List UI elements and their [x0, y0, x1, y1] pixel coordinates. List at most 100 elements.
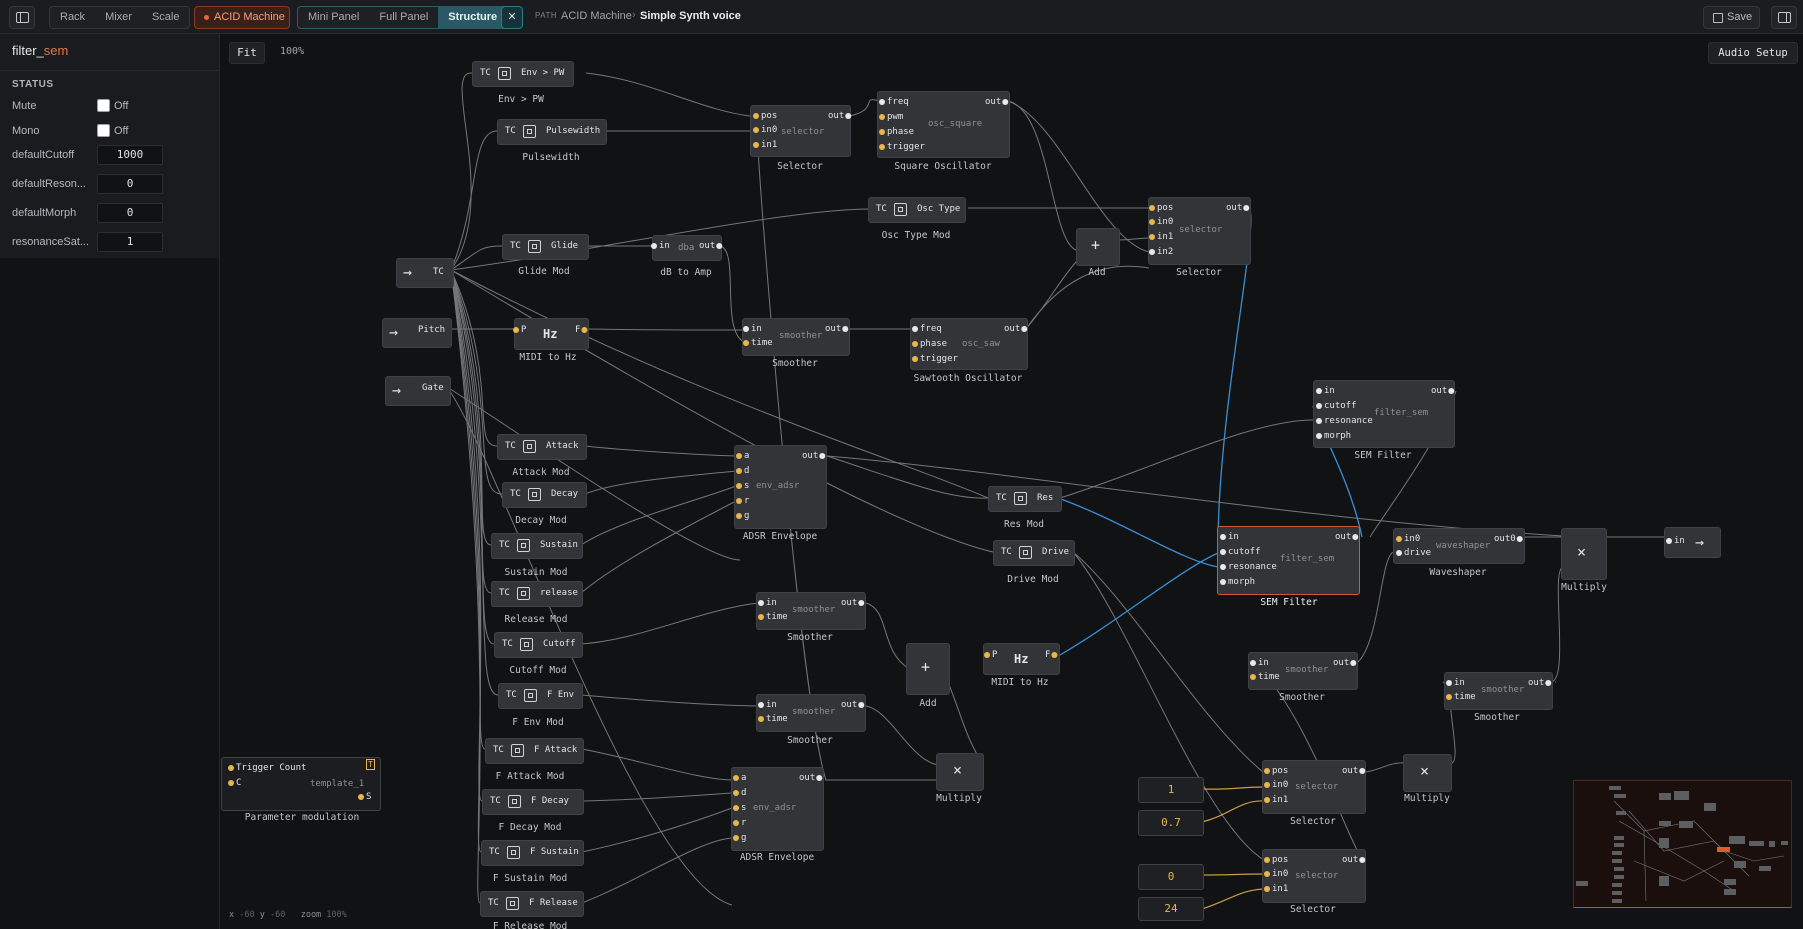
record-dot-icon [204, 15, 209, 20]
d-port: d [744, 466, 750, 476]
constant-node[interactable]: 1 [1138, 777, 1204, 803]
tc-input-node[interactable]: → TC [396, 258, 454, 288]
tc-mod-node[interactable]: TC F Attack [485, 738, 584, 764]
audio-setup-button[interactable]: Audio Setup [1708, 42, 1798, 64]
parameter-modulation-node[interactable]: Trigger Count C template_1 T S [221, 757, 381, 811]
mono-checkbox[interactable] [97, 124, 110, 137]
fit-button[interactable]: Fit [229, 42, 265, 64]
time-port: time [766, 612, 788, 622]
multiply-node[interactable]: × [1561, 528, 1607, 580]
toggle-right-panel-button[interactable] [1771, 6, 1797, 29]
r-port: r [744, 496, 750, 506]
tc-mod-node[interactable]: TC Res [988, 486, 1062, 512]
node-label: Glide Mod [518, 266, 570, 277]
tc-mod-node[interactable]: TC Cutoff [494, 632, 583, 658]
minimap[interactable] [1573, 780, 1792, 908]
y-label: y [259, 910, 265, 920]
pitch-input-label: Pitch [418, 325, 446, 335]
smoother-node[interactable]: in time smoother out [1444, 672, 1553, 710]
tc-mod-node[interactable]: TC Env > PW [472, 61, 574, 87]
tc-mod-node[interactable]: TC F Env [498, 683, 583, 709]
gate-input-node[interactable]: → Gate [385, 376, 451, 406]
toggle-sidebar-button[interactable] [9, 6, 35, 29]
default-morph-field[interactable]: 0 [97, 203, 163, 223]
multiply-node[interactable]: × [936, 753, 984, 791]
acid-machine-button[interactable]: ACID Machine [194, 6, 290, 29]
resonance-port: resonance [1324, 416, 1373, 426]
tc-mod-node[interactable]: TC Decay [502, 482, 587, 508]
tc-mod-node[interactable]: TC release [491, 581, 583, 607]
smoother-node[interactable]: in time smoother out [1248, 652, 1358, 690]
tab-mixer[interactable]: Mixer [95, 7, 142, 28]
param-label: resonanceSat... [12, 236, 90, 248]
smoother-node[interactable]: in time smoother out [756, 592, 866, 630]
tc-mod-name: F Release [529, 898, 578, 908]
save-label: Save [1727, 11, 1753, 23]
breadcrumb-parent[interactable]: ACID Machine [561, 10, 632, 22]
adsr-envelope-node[interactable]: a d s r g env_adsr out [734, 445, 827, 529]
pitch-input-node[interactable]: → Pitch [382, 318, 452, 348]
tc-mod-node[interactable]: TC Drive [993, 540, 1075, 566]
add-node[interactable]: + [906, 643, 950, 695]
tc-mod-node[interactable]: TC Pulsewidth [497, 119, 607, 145]
selector-node[interactable]: pos in0 in1 in2 selector out [1148, 197, 1251, 265]
tc-mod-node[interactable]: TC F Release [480, 891, 584, 917]
node-label: Selector [1290, 816, 1336, 827]
adsr-envelope-node[interactable]: a d s r g env_adsr out [731, 767, 824, 851]
waveshaper-node[interactable]: in0 drive waveshaper out0 [1393, 528, 1525, 564]
db-to-amp-node[interactable]: in dba out [652, 235, 722, 261]
selector-node[interactable]: pos in0 in1 selector out [750, 105, 851, 157]
mute-label: Mute [12, 100, 37, 112]
freq-port: freq [920, 324, 942, 334]
midi-to-hz-node[interactable]: P Hz F [983, 643, 1060, 675]
smoother-node[interactable]: in time smoother out [742, 318, 850, 356]
tab-full-panel[interactable]: Full Panel [369, 7, 438, 28]
s-port: s [744, 481, 750, 491]
default-resonance-field[interactable]: 0 [97, 174, 163, 194]
sawtooth-oscillator-node[interactable]: freq phase trigger osc_saw out [910, 318, 1028, 370]
default-cutoff-field[interactable]: 1000 [97, 145, 163, 165]
tc-mod-node[interactable]: TC Osc Type [868, 197, 966, 223]
multiply-node[interactable]: × [1403, 754, 1452, 792]
mute-checkbox[interactable] [97, 99, 110, 112]
in-port: in [1324, 386, 1335, 396]
square-oscillator-node[interactable]: freq pwm phase trigger osc_square out [877, 91, 1010, 158]
tc-mod-node[interactable]: TC F Sustain [481, 840, 584, 866]
sem-filter-node[interactable]: in cutoff resonance morph filter_sem out [1313, 380, 1455, 448]
node-title: smoother [792, 707, 836, 717]
tc-mod-node[interactable]: TC Sustain [491, 533, 583, 559]
constant-node[interactable]: 0.7 [1138, 810, 1204, 836]
tc-mod-node[interactable]: TC F Decay [482, 789, 584, 815]
in-port: in [1228, 532, 1239, 542]
selector-node[interactable]: pos in0 in1 selector out [1262, 849, 1366, 903]
in-port: in [1674, 536, 1685, 546]
in0-port: in0 [1157, 217, 1174, 227]
audio-output-node[interactable]: in → [1664, 527, 1721, 558]
add-node[interactable]: + [1076, 228, 1120, 266]
tab-mini-panel[interactable]: Mini Panel [298, 7, 369, 28]
selector-node[interactable]: pos in0 in1 selector out [1262, 760, 1366, 814]
close-button[interactable]: ✕ [501, 6, 523, 29]
midi-to-hz-node[interactable]: P Hz F [514, 318, 589, 350]
pos-port: pos [1272, 766, 1289, 776]
tab-scale[interactable]: Scale [142, 7, 190, 28]
tab-structure[interactable]: Structure [438, 7, 508, 28]
node-title: selector [1295, 782, 1339, 792]
sem-filter-node-selected[interactable]: in cutoff resonance morph filter_sem out [1217, 526, 1360, 595]
save-button[interactable]: Save [1703, 6, 1760, 29]
constant-node[interactable]: 0 [1138, 864, 1204, 890]
node-label: Selector [1290, 904, 1336, 915]
x-value: -60 [239, 910, 255, 920]
smoother-node[interactable]: in time smoother out [756, 694, 866, 732]
tc-mod-node[interactable]: TC Glide [502, 234, 589, 260]
tc-mod-node[interactable]: TC Attack [497, 434, 587, 460]
a-port: a [744, 451, 750, 461]
resonance-saturation-field[interactable]: 1 [97, 232, 163, 252]
tab-rack[interactable]: Rack [50, 7, 95, 28]
node-label: Selector [1176, 267, 1222, 278]
status-heading: STATUS [12, 79, 54, 90]
trigger-port: trigger [887, 142, 925, 152]
constant-node[interactable]: 24 [1138, 897, 1204, 921]
out0-port: out0 [1494, 534, 1516, 544]
main-view-tabs: Rack Mixer Scale [49, 6, 191, 29]
